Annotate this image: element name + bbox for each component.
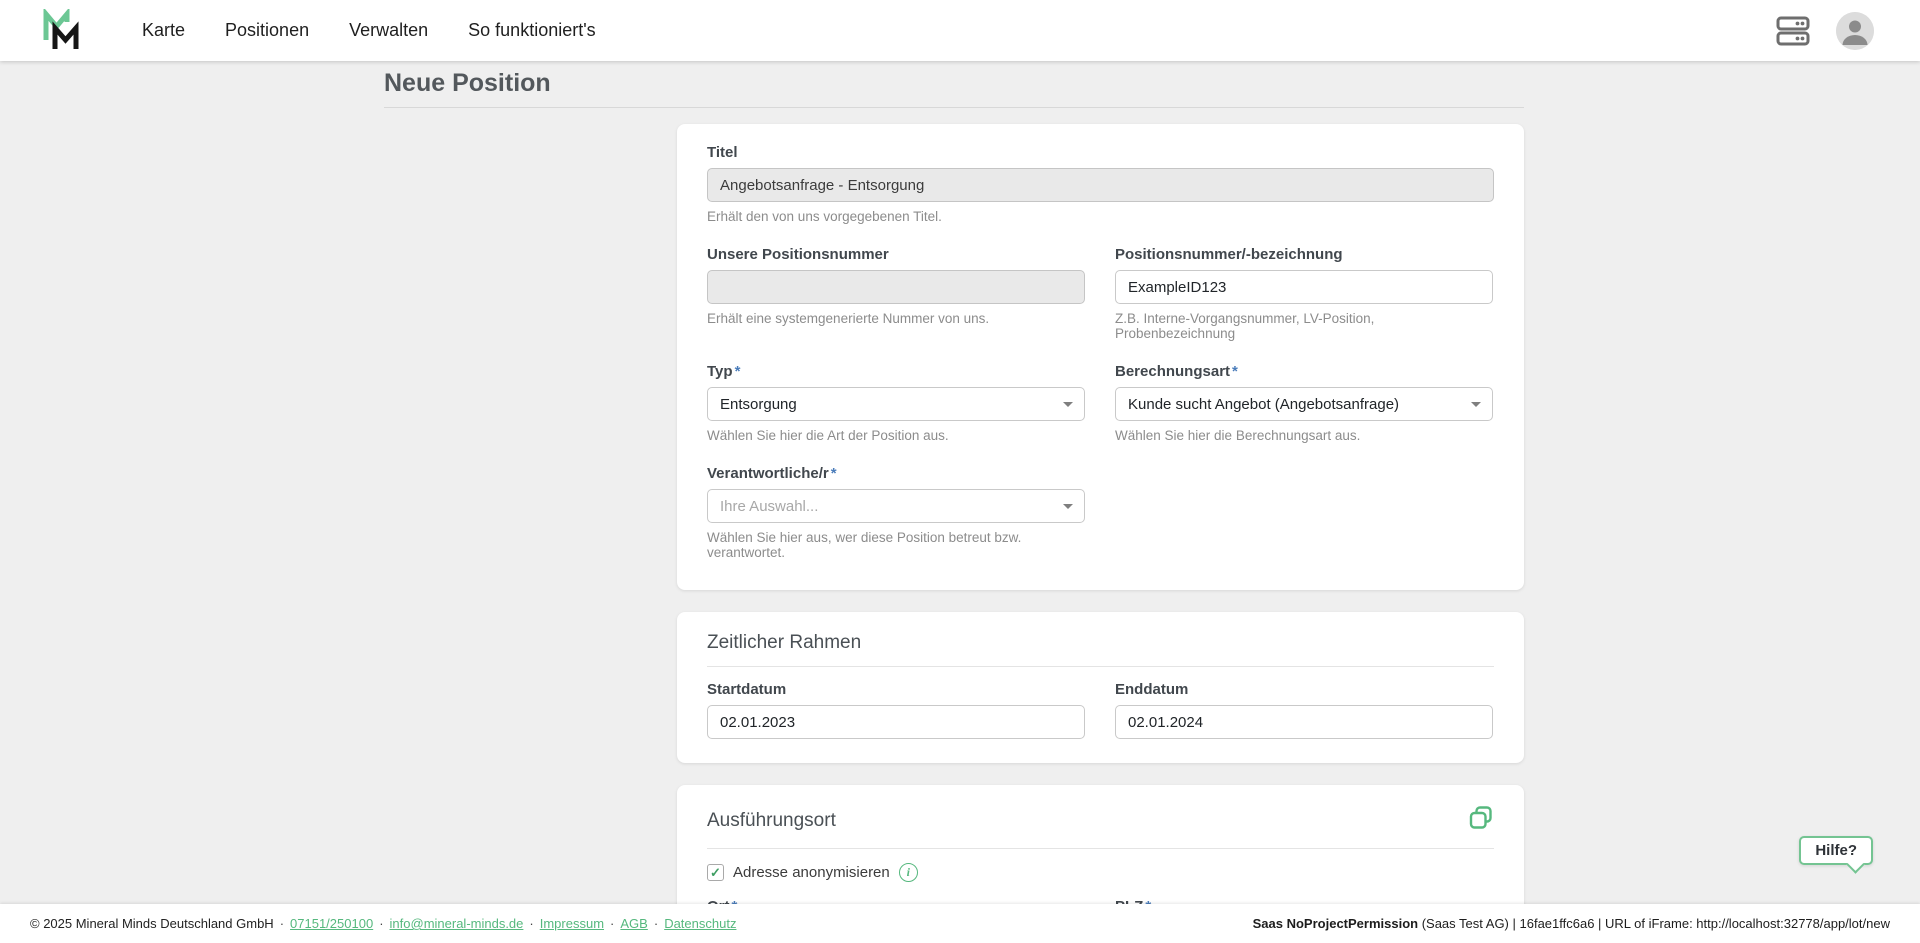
session-info: Saas NoProjectPermission (Saas Test AG) … — [1253, 916, 1890, 931]
anonymisieren-checkbox[interactable]: ✓ — [707, 864, 724, 881]
titel-input — [707, 168, 1494, 202]
card-position-details: Titel Erhält den von uns vorgegebenen Ti… — [677, 124, 1524, 590]
startdatum-label: Startdatum — [707, 681, 787, 698]
footer-link-email[interactable]: info@mineral-minds.de — [390, 916, 524, 931]
title-divider — [384, 107, 1524, 108]
mineral-minds-logo-icon — [43, 8, 79, 49]
main-nav: Karte Positionen Verwalten So funktionie… — [142, 20, 596, 41]
titel-helper: Erhält den von uns vorgegebenen Titel. — [707, 209, 942, 224]
typ-helper: Wählen Sie hier die Art der Position aus… — [707, 428, 949, 443]
info-icon[interactable]: i — [898, 863, 918, 882]
user-avatar-icon[interactable] — [1836, 11, 1874, 50]
chevron-down-icon — [1063, 504, 1073, 509]
field-berechnungsart: Berechnungsart * Kunde sucht Angebot (Ang… — [1115, 363, 1493, 443]
help-button[interactable]: Hilfe? — [1799, 836, 1873, 874]
footer: © 2025 Mineral Minds Deutschland GmbH · … — [0, 904, 1920, 943]
verantwortliche-select[interactable]: Ihre Auswahl... — [707, 489, 1085, 523]
ausfuehrungsort-heading: Ausführungsort — [707, 809, 836, 831]
footer-link-datenschutz[interactable]: Datenschutz — [664, 916, 736, 931]
anonymisieren-row: ✓ Adresse anonymisieren i — [707, 863, 1494, 882]
brand-logo[interactable] — [40, 8, 86, 54]
typ-select[interactable]: Entsorgung — [707, 387, 1085, 421]
zeitraum-heading: Zeitlicher Rahmen — [707, 632, 862, 653]
berechnungsart-helper: Wählen Sie hier die Berechnungsart aus. — [1115, 428, 1361, 443]
unsere-positionsnummer-input — [707, 270, 1085, 304]
card-divider — [707, 848, 1494, 849]
startdatum-input[interactable] — [707, 705, 1085, 739]
session-details: (Saas Test AG) | 16fae1ffc6a6 | URL of i… — [1418, 916, 1890, 931]
enddatum-input[interactable] — [1115, 705, 1493, 739]
enddatum-label: Enddatum — [1115, 681, 1189, 698]
copy-icon[interactable] — [1468, 805, 1494, 836]
chevron-down-icon — [1471, 402, 1481, 407]
footer-link-agb[interactable]: AGB — [620, 916, 647, 931]
anonymisieren-label: Adresse anonymisieren — [733, 864, 890, 881]
nav-item-positionen[interactable]: Positionen — [225, 20, 309, 41]
nav-item-karte[interactable]: Karte — [142, 20, 185, 41]
field-startdatum: Startdatum — [707, 681, 1085, 739]
navbar: Karte Positionen Verwalten So funktionie… — [0, 0, 1920, 61]
field-typ: Typ * Entsorgung Wählen Sie hier die Art … — [707, 363, 1085, 443]
field-titel: Titel Erhält den von uns vorgegebenen Ti… — [707, 144, 1494, 224]
positionsnummer-label: Positionsnummer/-bezeichnung — [1115, 246, 1343, 263]
footer-link-phone[interactable]: 07151/250100 — [290, 916, 373, 931]
session-permission: Saas NoProjectPermission — [1252, 916, 1419, 931]
page-title: Neue Position — [384, 69, 551, 97]
required-asterisk: * — [734, 363, 741, 380]
field-unsere-positionsnummer: Unsere Positionsnummer Erhält eine syste… — [707, 246, 1085, 341]
copyright-text: © 2025 Mineral Minds Deutschland GmbH — [30, 916, 274, 931]
field-enddatum: Enddatum — [1115, 681, 1493, 739]
footer-link-impressum[interactable]: Impressum — [540, 916, 604, 931]
server-list-icon[interactable] — [1776, 16, 1810, 46]
verantwortliche-label: Verantwortliche/r * — [707, 465, 837, 482]
berechnungsart-label: Berechnungsart * — [1115, 363, 1238, 380]
unsere-positionsnummer-helper: Erhält eine systemgenerierte Nummer von … — [707, 311, 990, 326]
card-divider — [707, 666, 1494, 667]
unsere-positionsnummer-label: Unsere Positionsnummer — [707, 246, 889, 263]
berechnungsart-select[interactable]: Kunde sucht Angebot (Angebotsanfrage) — [1115, 387, 1493, 421]
typ-label: Typ * — [707, 363, 741, 380]
verantwortliche-helper: Wählen Sie hier aus, wer diese Position … — [707, 530, 1022, 560]
required-asterisk: * — [830, 465, 837, 482]
card-ausfuehrungsort: Ausführungsort ✓ Adresse anonymisieren i — [677, 785, 1524, 904]
required-asterisk: * — [1232, 363, 1238, 380]
card-zeitlicher-rahmen: Zeitlicher Rahmen Startdatum Enddatum — [677, 612, 1524, 763]
main-area: Neue Position Titel Erhält den von uns v… — [0, 61, 1920, 904]
positionsnummer-helper: Z.B. Interne-Vorgangsnummer, LV-Position… — [1115, 311, 1375, 341]
positionsnummer-input[interactable] — [1115, 270, 1493, 304]
field-verantwortliche: Verantwortliche/r * Ihre Auswahl... Wähle… — [707, 465, 1085, 560]
nav-item-verwalten[interactable]: Verwalten — [349, 20, 428, 41]
nav-item-so-funktionierts[interactable]: So funktioniert's — [468, 20, 596, 41]
titel-label: Titel — [707, 144, 738, 161]
chevron-down-icon — [1063, 402, 1073, 407]
field-positionsnummer: Positionsnummer/-bezeichnung Z.B. Intern… — [1115, 246, 1493, 341]
